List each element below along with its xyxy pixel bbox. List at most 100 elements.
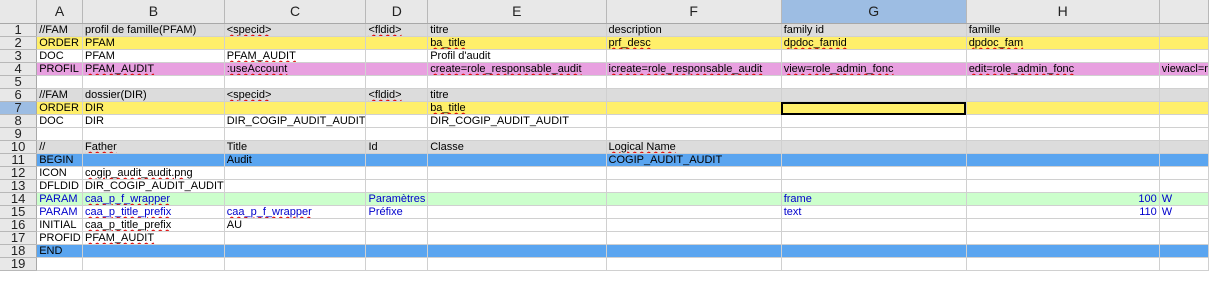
cell[interactable]	[427, 205, 607, 219]
column-header-overflow[interactable]	[1159, 0, 1209, 24]
cell[interactable]	[606, 244, 782, 258]
cell[interactable]: titre	[427, 88, 607, 102]
column-header-e[interactable]: E	[427, 0, 607, 24]
cell[interactable]	[427, 127, 607, 141]
cell[interactable]	[781, 244, 967, 258]
cell[interactable]	[365, 114, 429, 128]
cell[interactable]: 110	[966, 205, 1160, 219]
cell[interactable]	[82, 75, 225, 89]
cell[interactable]: W	[1159, 192, 1209, 206]
cell[interactable]	[1159, 166, 1209, 180]
cell[interactable]	[224, 166, 367, 180]
cell[interactable]	[606, 192, 782, 206]
cell[interactable]: Title	[224, 140, 367, 154]
row-header[interactable]: 16	[0, 218, 38, 232]
cell[interactable]	[427, 231, 607, 245]
cell[interactable]: //FAM	[36, 23, 83, 37]
cell[interactable]	[224, 179, 367, 193]
row-header[interactable]: 10	[0, 140, 38, 154]
cell[interactable]: ORDER	[36, 36, 83, 50]
cell[interactable]	[781, 153, 967, 167]
cell[interactable]: END	[36, 244, 83, 258]
cell[interactable]: text	[781, 205, 967, 219]
row-header[interactable]: 3	[0, 49, 38, 63]
cell[interactable]	[781, 166, 967, 180]
cell[interactable]	[365, 62, 429, 76]
cell[interactable]	[1159, 36, 1209, 50]
cell[interactable]	[966, 231, 1160, 245]
row-header[interactable]: 1	[0, 23, 38, 37]
cell[interactable]	[427, 192, 607, 206]
column-header-d[interactable]: D	[365, 0, 429, 24]
row-header[interactable]: 17	[0, 231, 38, 245]
cell[interactable]	[82, 257, 225, 271]
cell[interactable]: edit=role_admin_fonc	[966, 62, 1160, 76]
cell[interactable]	[966, 49, 1160, 63]
cell[interactable]: Audit	[224, 153, 367, 167]
cell[interactable]: //FAM	[36, 88, 83, 102]
cell[interactable]	[781, 218, 967, 232]
cell[interactable]	[606, 179, 782, 193]
cell[interactable]: DIR_COGIP_AUDIT_AUDIT	[427, 114, 607, 128]
cell[interactable]	[966, 75, 1160, 89]
cell[interactable]: Id	[365, 140, 429, 154]
cell[interactable]	[365, 244, 429, 258]
cell[interactable]	[966, 153, 1160, 167]
cell[interactable]: caa_p_title_prefix	[82, 205, 225, 219]
row-header[interactable]: 12	[0, 166, 38, 180]
cell[interactable]	[606, 49, 782, 63]
cell[interactable]	[1159, 75, 1209, 89]
cell[interactable]	[606, 127, 782, 141]
cell[interactable]	[365, 127, 429, 141]
cell[interactable]	[224, 257, 367, 271]
cell[interactable]	[781, 179, 967, 193]
cell[interactable]: Paramètres	[365, 192, 429, 206]
cell[interactable]	[606, 218, 782, 232]
cell[interactable]	[1159, 23, 1209, 37]
cell[interactable]: <fldid>	[365, 88, 429, 102]
cell[interactable]	[1159, 101, 1209, 115]
cell[interactable]	[224, 231, 367, 245]
cell[interactable]	[781, 75, 967, 89]
cell[interactable]	[224, 36, 367, 50]
cell[interactable]	[1159, 88, 1209, 102]
cell[interactable]	[606, 88, 782, 102]
cell[interactable]: <fldid>	[365, 23, 429, 37]
cell[interactable]: DIR_COGIP_AUDIT_AUDIT	[224, 114, 367, 128]
cell[interactable]: PFAM	[82, 36, 225, 50]
row-header[interactable]: 8	[0, 114, 38, 128]
cell[interactable]	[1159, 218, 1209, 232]
cell[interactable]: prf_desc	[606, 36, 782, 50]
column-header-b[interactable]: B	[82, 0, 225, 24]
cell[interactable]	[365, 101, 429, 115]
cell[interactable]: DFLDID	[36, 179, 83, 193]
row-header[interactable]: 4	[0, 62, 38, 76]
cell[interactable]: Préfixe	[365, 205, 429, 219]
cell[interactable]	[365, 153, 429, 167]
row-header[interactable]: 2	[0, 36, 38, 50]
cell[interactable]	[365, 36, 429, 50]
cell[interactable]: dpdoc_fam	[966, 36, 1160, 50]
cell[interactable]	[365, 231, 429, 245]
cell[interactable]: DOC	[36, 49, 83, 63]
cell[interactable]: dossier(DIR)	[82, 88, 225, 102]
cell[interactable]	[365, 166, 429, 180]
select-all-corner[interactable]	[0, 0, 38, 24]
cell[interactable]	[966, 88, 1160, 102]
column-header-c[interactable]: C	[224, 0, 367, 24]
cell[interactable]	[82, 244, 225, 258]
cell[interactable]: viewacl=r	[1159, 62, 1209, 76]
cell[interactable]	[781, 127, 967, 141]
cell[interactable]	[365, 75, 429, 89]
cell[interactable]	[781, 88, 967, 102]
cell[interactable]	[365, 179, 429, 193]
cell[interactable]: ICON	[36, 166, 83, 180]
cell[interactable]: ba_title	[427, 36, 607, 50]
cell[interactable]	[966, 114, 1160, 128]
cell[interactable]: PFAM_AUDIT	[224, 49, 367, 63]
cell[interactable]	[365, 218, 429, 232]
cell[interactable]: DIR_COGIP_AUDIT_AUDIT	[82, 179, 225, 193]
cell[interactable]: ORDER	[36, 101, 83, 115]
cell[interactable]: PFAM	[82, 49, 225, 63]
cell[interactable]	[427, 153, 607, 167]
